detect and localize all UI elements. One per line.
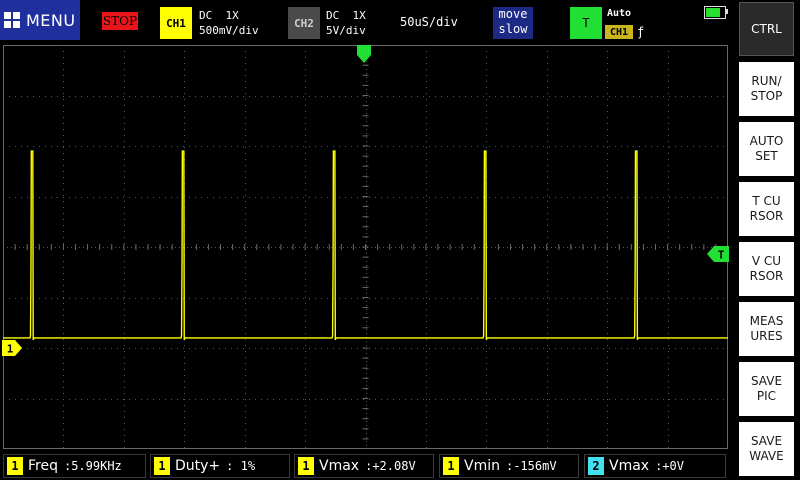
measurement-channel-badge: 1 bbox=[7, 457, 23, 475]
measurement-ch2-vmax[interactable]: 2 Vmax :+0V bbox=[584, 454, 726, 478]
move-speed-button[interactable]: move slow bbox=[493, 7, 533, 39]
auto-set-button[interactable]: AUTO SET bbox=[739, 122, 794, 176]
trigger-position-arrow-icon bbox=[357, 45, 371, 63]
volt-cursor-button[interactable]: V CU RSOR bbox=[739, 242, 794, 296]
ch1-settings[interactable]: DC 1X 500mV/div bbox=[199, 8, 259, 38]
rising-edge-icon: ƒ bbox=[637, 25, 645, 39]
measures-button[interactable]: MEAS URES bbox=[739, 302, 794, 356]
ch2-scale: 5V/div bbox=[326, 24, 366, 37]
measurement-freq[interactable]: 1 Freq :5.99KHz bbox=[3, 454, 146, 478]
measurement-channel-badge: 2 bbox=[588, 457, 604, 475]
measurement-channel-badge: 1 bbox=[154, 457, 170, 475]
ch1-tag[interactable]: CH1 bbox=[160, 7, 192, 39]
move-speed-label: slow bbox=[498, 22, 528, 36]
menu-label: MENU bbox=[26, 10, 76, 30]
measurement-name: Duty+ bbox=[175, 458, 221, 474]
save-pic-button[interactable]: SAVE PIC bbox=[739, 362, 794, 416]
battery-level-fill bbox=[706, 8, 721, 17]
measurement-name: Vmax bbox=[609, 458, 650, 474]
measurement-duty[interactable]: 1 Duty+ : 1% bbox=[150, 454, 290, 478]
measurement-channel-badge: 1 bbox=[298, 457, 314, 475]
trigger-source: CH1 bbox=[605, 25, 633, 39]
measurement-value: :5.99KHz bbox=[63, 459, 122, 473]
ch1-coupling: DC 1X bbox=[199, 9, 239, 22]
scope-grid-and-trace bbox=[3, 45, 728, 449]
ch1-offset-label: 1 bbox=[7, 343, 14, 356]
scope-display[interactable] bbox=[3, 45, 728, 449]
menu-button[interactable]: MENU bbox=[0, 0, 80, 40]
measurement-name: Freq bbox=[28, 458, 58, 474]
timebase-readout[interactable]: 50uS/div bbox=[400, 15, 458, 29]
measurement-name: Vmin bbox=[464, 458, 500, 474]
save-wave-button[interactable]: SAVE WAVE bbox=[739, 422, 794, 476]
trigger-mode: Auto bbox=[607, 8, 632, 19]
battery-terminal bbox=[726, 9, 728, 14]
battery-icon bbox=[704, 6, 726, 19]
measurement-ch1-vmin[interactable]: 1 Vmin :-156mV bbox=[439, 454, 579, 478]
trigger-level-marker[interactable]: T bbox=[707, 246, 729, 262]
measurement-value: : 1% bbox=[226, 459, 256, 473]
top-status-bar: MENU STOP CH1 DC 1X 500mV/div CH2 DC 1X … bbox=[0, 0, 735, 44]
ch1-scale: 500mV/div bbox=[199, 24, 259, 37]
trigger-position-marker[interactable] bbox=[357, 45, 371, 63]
measurement-channel-badge: 1 bbox=[443, 457, 459, 475]
run-state-badge[interactable]: STOP bbox=[102, 12, 138, 30]
measurement-name: Vmax bbox=[319, 458, 360, 474]
ch1-offset-marker[interactable]: 1 bbox=[2, 340, 24, 356]
measurement-value: :+0V bbox=[655, 459, 684, 473]
time-cursor-button[interactable]: T CU RSOR bbox=[739, 182, 794, 236]
run-stop-button[interactable]: RUN/ STOP bbox=[739, 62, 794, 116]
ch2-settings[interactable]: DC 1X 5V/div bbox=[326, 8, 366, 38]
menu-grid-icon bbox=[4, 12, 20, 28]
measurement-bar: 1 Freq :5.99KHz 1 Duty+ : 1% 1 Vmax :+2.… bbox=[0, 451, 735, 480]
ctrl-button[interactable]: CTRL bbox=[739, 2, 794, 56]
trigger-level-label: T bbox=[718, 249, 725, 262]
move-label: move bbox=[498, 7, 528, 21]
ch2-coupling: DC 1X bbox=[326, 9, 366, 22]
ch2-tag[interactable]: CH2 bbox=[288, 7, 320, 39]
measurement-value: :-156mV bbox=[505, 459, 557, 473]
measurement-value: :+2.08V bbox=[365, 459, 416, 473]
measurement-ch1-vmax[interactable]: 1 Vmax :+2.08V bbox=[294, 454, 434, 478]
trigger-tag[interactable]: T bbox=[570, 7, 602, 39]
